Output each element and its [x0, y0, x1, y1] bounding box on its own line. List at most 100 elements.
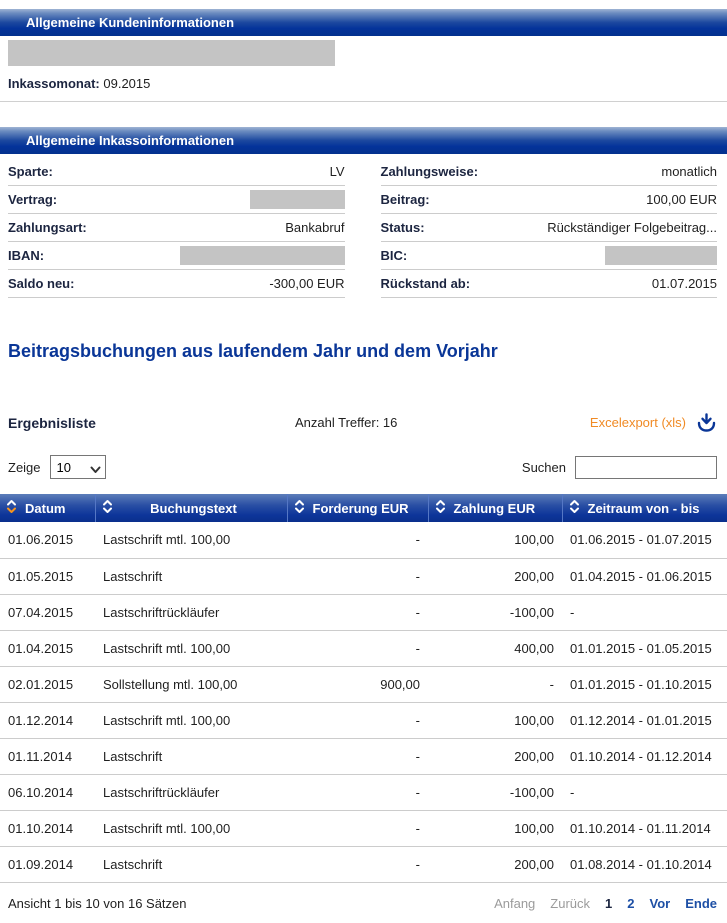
cell-zahlung-eur: 100,00	[428, 810, 562, 846]
info-label: Status:	[381, 220, 425, 235]
pagination-prev: Zurück	[550, 896, 590, 911]
cell-buchungstext: Lastschrift	[95, 738, 287, 774]
cell-zahlung-eur: -	[428, 666, 562, 702]
redacted-value	[605, 246, 717, 265]
cell-datum: 01.05.2015	[0, 558, 95, 594]
info-value: Bankabruf	[285, 220, 344, 235]
cell-zahlung-eur: 100,00	[428, 702, 562, 738]
info-label: Saldo neu:	[8, 276, 74, 291]
column-label: Datum	[25, 501, 65, 516]
page-size-label: Zeige	[8, 460, 41, 475]
inkassomonat-label: Inkassomonat:	[8, 76, 100, 91]
download-icon	[696, 412, 717, 433]
cell-zeitraum-von-bis: 01.10.2014 - 01.12.2014	[562, 738, 727, 774]
sort-icon	[435, 498, 446, 518]
info-label: Zahlungsart:	[8, 220, 87, 235]
cell-forderung-eur: -	[287, 522, 428, 558]
cell-zahlung-eur: 100,00	[428, 522, 562, 558]
cell-buchungstext: Lastschrift mtl. 100,00	[95, 702, 287, 738]
inkasso-info-grid: Sparte:LVVertrag:Zahlungsart:BankabrufIB…	[8, 158, 717, 298]
column-header-forderung-eur[interactable]: Forderung EUR	[287, 494, 428, 522]
info-column: Zahlungsweise: monatlich Beitrag:100,00 EU…	[381, 158, 718, 298]
cell-datum: 01.04.2015	[0, 630, 95, 666]
info-value: -300,00 EUR	[269, 276, 344, 291]
cell-buchungstext: Lastschriftrückläufer	[95, 594, 287, 630]
section-title: Allgemeine Inkassoinformationen	[26, 133, 234, 148]
cell-datum: 01.11.2014	[0, 738, 95, 774]
pagination-page-1[interactable]: 1	[605, 896, 612, 911]
info-label: Sparte:	[8, 164, 53, 179]
table-row: 01.09.2014Lastschrift-200,0001.08.2014 -…	[0, 846, 727, 882]
pagination: Anfang Zurück 1 2 Vor Ende	[494, 896, 717, 911]
pagination-page-2[interactable]: 2	[627, 896, 634, 911]
info-label: Zahlungsweise:	[381, 164, 479, 179]
table-row: 01.12.2014Lastschrift mtl. 100,00-100,00…	[0, 702, 727, 738]
cell-zahlung-eur: 200,00	[428, 846, 562, 882]
page-size-select[interactable]: 10	[50, 455, 106, 479]
info-value: 100,00 EUR	[646, 192, 717, 207]
column-label: Forderung EUR	[313, 501, 409, 516]
cell-forderung-eur: -	[287, 630, 428, 666]
table-row: 01.10.2014Lastschrift mtl. 100,00-100,00…	[0, 810, 727, 846]
results-header: Ergebnisliste Anzahl Treffer: 16 Excelex…	[8, 412, 717, 433]
sort-icon	[6, 498, 17, 518]
cell-buchungstext: Lastschrift mtl. 100,00	[95, 810, 287, 846]
excel-export-link[interactable]: Excelexport (xls)	[590, 412, 717, 433]
hit-count: Anzahl Treffer: 16	[295, 415, 590, 430]
column-header-zeitraum-von-bis[interactable]: Zeitraum von - bis	[562, 494, 727, 522]
table-controls: Zeige 10 Suchen	[8, 455, 717, 479]
page: Allgemeine Kundeninformationen Inkassomo…	[0, 0, 727, 923]
cell-zeitraum-von-bis: -	[562, 774, 727, 810]
info-label: Vertrag:	[8, 192, 57, 207]
cell-buchungstext: Lastschrift	[95, 846, 287, 882]
info-column: Sparte:LVVertrag:Zahlungsart:BankabrufIB…	[8, 158, 345, 298]
info-label: IBAN:	[8, 248, 44, 263]
cell-buchungstext: Lastschriftrückläufer	[95, 774, 287, 810]
info-row-bic: BIC:	[381, 242, 718, 270]
cell-zahlung-eur: 200,00	[428, 738, 562, 774]
cell-zeitraum-von-bis: 01.01.2015 - 01.10.2015	[562, 666, 727, 702]
cell-datum: 01.06.2015	[0, 522, 95, 558]
column-header-zahlung-eur[interactable]: Zahlung EUR	[428, 494, 562, 522]
cell-buchungstext: Lastschrift mtl. 100,00	[95, 630, 287, 666]
column-header-buchungstext[interactable]: Buchungstext	[95, 494, 287, 522]
info-row-iban: IBAN:	[8, 242, 345, 270]
cell-datum: 02.01.2015	[0, 666, 95, 702]
redacted-customer-name	[8, 40, 335, 66]
info-value: monatlich	[661, 164, 717, 179]
page-title: Beitragsbuchungen aus laufendem Jahr und…	[8, 341, 727, 362]
cell-datum: 07.04.2015	[0, 594, 95, 630]
cell-zahlung-eur: 400,00	[428, 630, 562, 666]
cell-zeitraum-von-bis: 01.01.2015 - 01.05.2015	[562, 630, 727, 666]
column-header-datum[interactable]: Datum	[0, 494, 95, 522]
cell-zeitraum-von-bis: 01.06.2015 - 01.07.2015	[562, 522, 727, 558]
table-row: 01.05.2015Lastschrift-200,0001.04.2015 -…	[0, 558, 727, 594]
column-label: Zahlung EUR	[454, 501, 536, 516]
sort-icon	[294, 498, 305, 518]
divider	[0, 101, 727, 102]
results-title: Ergebnisliste	[8, 415, 295, 431]
cell-datum: 01.12.2014	[0, 702, 95, 738]
redacted-value	[180, 246, 345, 265]
table-row: 01.06.2015Lastschrift mtl. 100,00-100,00…	[0, 522, 727, 558]
pagination-last[interactable]: Ende	[685, 896, 717, 911]
cell-zeitraum-von-bis: 01.08.2014 - 01.10.2014	[562, 846, 727, 882]
cell-buchungstext: Lastschrift	[95, 558, 287, 594]
cell-zahlung-eur: -100,00	[428, 774, 562, 810]
table-row: 01.11.2014Lastschrift-200,0001.10.2014 -…	[0, 738, 727, 774]
info-row-saldo-neu: Saldo neu: -300,00 EUR	[8, 270, 345, 298]
cell-zeitraum-von-bis: 01.10.2014 - 01.11.2014	[562, 810, 727, 846]
info-value: Rückständiger Folgebeitrag...	[547, 220, 717, 235]
search-input[interactable]	[575, 456, 717, 479]
inkassomonat-field: Inkassomonat: 09.2015	[8, 76, 727, 91]
cell-forderung-eur: -	[287, 702, 428, 738]
cell-datum: 06.10.2014	[0, 774, 95, 810]
cell-datum: 01.10.2014	[0, 810, 95, 846]
info-row-zahlungsweise: Zahlungsweise: monatlich	[381, 158, 718, 186]
table-row: 01.04.2015Lastschrift mtl. 100,00-400,00…	[0, 630, 727, 666]
cell-forderung-eur: -	[287, 558, 428, 594]
info-row-beitrag: Beitrag:100,00 EUR	[381, 186, 718, 214]
section-header-kundeninformationen: Allgemeine Kundeninformationen	[0, 9, 727, 36]
pagination-next[interactable]: Vor	[649, 896, 670, 911]
table-row: 07.04.2015Lastschriftrückläufer--100,00-	[0, 594, 727, 630]
